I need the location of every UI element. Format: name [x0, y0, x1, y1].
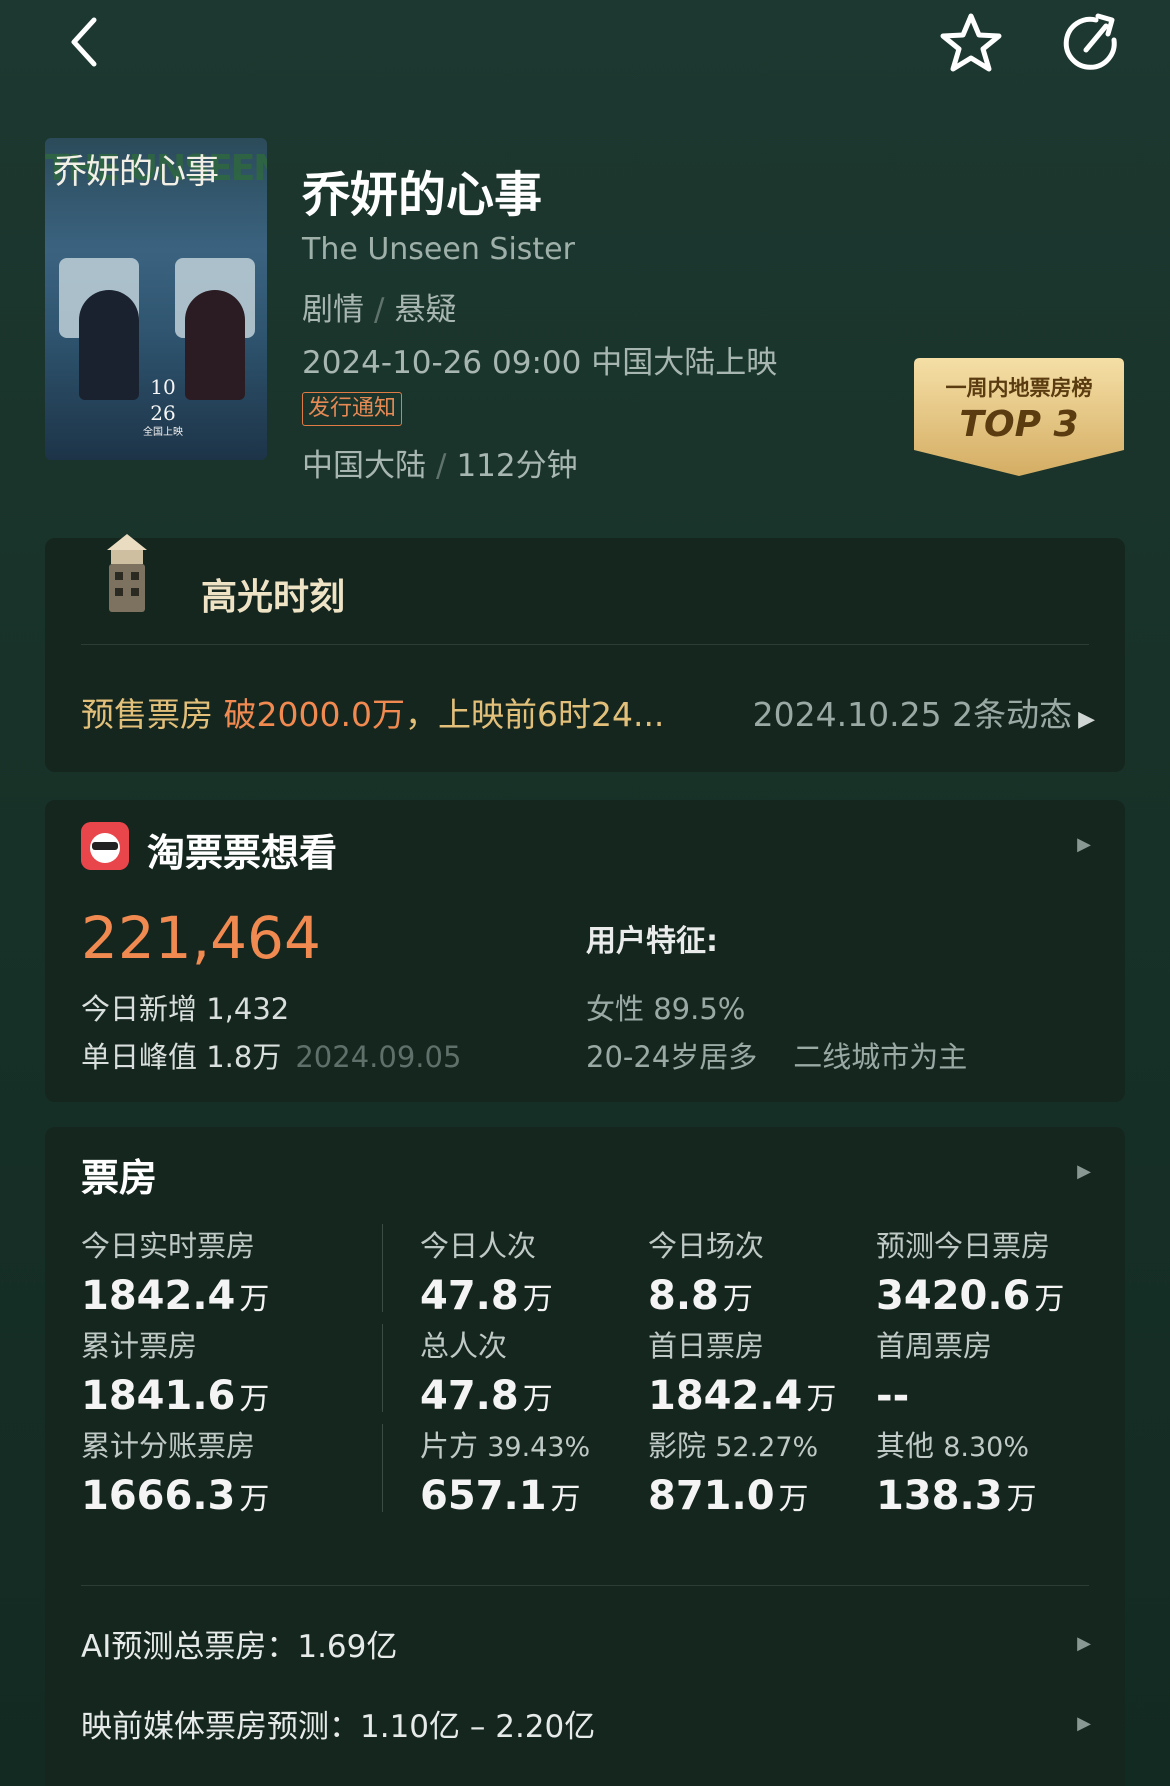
- box-office-title: 票房: [81, 1156, 158, 1200]
- divider: [81, 1585, 1089, 1586]
- stat-split-box-office: 累计分账票房 1666.3 万: [81, 1429, 270, 1519]
- taopiaopiao-logo-icon: [81, 822, 129, 870]
- poster-figure: [185, 290, 245, 400]
- box-office-card[interactable]: 票房 ▶ 今日实时票房 1842.4 万 今日人次 47.8 万 今日场次 8.8 万…: [45, 1127, 1125, 1786]
- release-notice-tag[interactable]: 发行通知: [302, 392, 403, 426]
- stat-realtime-box-office: 今日实时票房 1842.4 万: [81, 1229, 270, 1319]
- movie-title: 乔妍的心事: [302, 167, 543, 223]
- media-forecast[interactable]: 映前媒体票房预测：1.10亿 – 2.20亿: [81, 1701, 595, 1746]
- divider: [81, 644, 1089, 645]
- rank-badge[interactable]: 一周内地票房榜 TOP 3: [914, 358, 1124, 478]
- poster-title: 乔妍的心事: [53, 152, 219, 192]
- poster-date: 10 26 全国上映: [143, 375, 183, 438]
- movie-english-title: The Unseen Sister: [302, 232, 575, 267]
- play-arrow-icon: ▶: [1078, 707, 1095, 732]
- top-bar: [0, 0, 1170, 90]
- user-age-city: 20-24岁居多 二线城市为主: [586, 1040, 968, 1074]
- divider: [382, 1424, 383, 1512]
- divider: [382, 1224, 383, 1312]
- release-info: 2024-10-26 09:00 中国大陆上映: [302, 345, 778, 381]
- stat-first-day: 首日票房 1842.4 万: [648, 1329, 837, 1419]
- user-female: 女性 89.5%: [586, 992, 746, 1026]
- rank-badge-label: 一周内地票房榜: [945, 376, 1093, 400]
- chevron-left-icon[interactable]: [62, 12, 106, 72]
- play-arrow-icon[interactable]: ▶: [1077, 1713, 1091, 1734]
- want-today-new: 今日新增 1,432: [81, 992, 290, 1026]
- highlights-card[interactable]: 高光时刻 预售票房 破2000.0万，上映前6时24... 2024.10.25…: [45, 534, 1125, 772]
- highlights-title: 高光时刻: [201, 577, 346, 618]
- stat-other-share: 其他 8.30% 138.3 万: [876, 1429, 1037, 1519]
- want-peak: 单日峰值 1.8万 2024.09.05: [81, 1040, 462, 1074]
- play-arrow-icon[interactable]: ▶: [1077, 1161, 1091, 1182]
- want-total: 221,464: [81, 904, 321, 972]
- share-icon[interactable]: [1056, 8, 1126, 78]
- stat-first-week: 首周票房 --: [876, 1329, 993, 1419]
- stat-today-admissions: 今日人次 47.8 万: [420, 1229, 553, 1319]
- star-icon[interactable]: [936, 8, 1006, 78]
- rank-badge-rank: TOP 3: [959, 404, 1079, 445]
- stat-today-screenings: 今日场次 8.8 万: [648, 1229, 765, 1319]
- want-title: 淘票票想看: [147, 831, 338, 875]
- divider: [382, 1324, 383, 1412]
- stat-cinema-share: 影院 52.27% 871.0 万: [648, 1429, 819, 1519]
- region-duration: 中国大陆/112分钟: [302, 448, 578, 484]
- ai-forecast[interactable]: AI预测总票房：1.69亿: [81, 1621, 397, 1666]
- movie-genres: 剧情 / 悬疑: [302, 292, 457, 328]
- play-arrow-icon[interactable]: ▶: [1077, 834, 1091, 855]
- poster-figure: [79, 290, 139, 400]
- play-arrow-icon[interactable]: ▶: [1077, 1633, 1091, 1654]
- user-features-label: 用户特征:: [586, 924, 718, 959]
- stat-total-admissions: 总人次 47.8 万: [420, 1329, 553, 1419]
- stat-producer-share: 片方 39.43% 657.1 万: [420, 1429, 591, 1519]
- movie-poster[interactable]: THE UNSEEN SISTER 乔妍的心事 10 26 全国上映: [45, 138, 267, 460]
- want-to-see-card[interactable]: 淘票票想看 ▶ 221,464 今日新增 1,432 单日峰值 1.8万 2024…: [45, 800, 1125, 1102]
- highlight-meta[interactable]: 2024.10.25 2条动态 ▶: [753, 688, 1095, 736]
- stat-forecast-today: 预测今日票房 3420.6 万: [876, 1229, 1065, 1319]
- stat-cumulative-box-office: 累计票房 1841.6 万: [81, 1329, 270, 1419]
- highlight-news[interactable]: 预售票房 破2000.0万，上映前6时24...: [81, 688, 664, 736]
- film-lighthouse-icon: [107, 534, 147, 612]
